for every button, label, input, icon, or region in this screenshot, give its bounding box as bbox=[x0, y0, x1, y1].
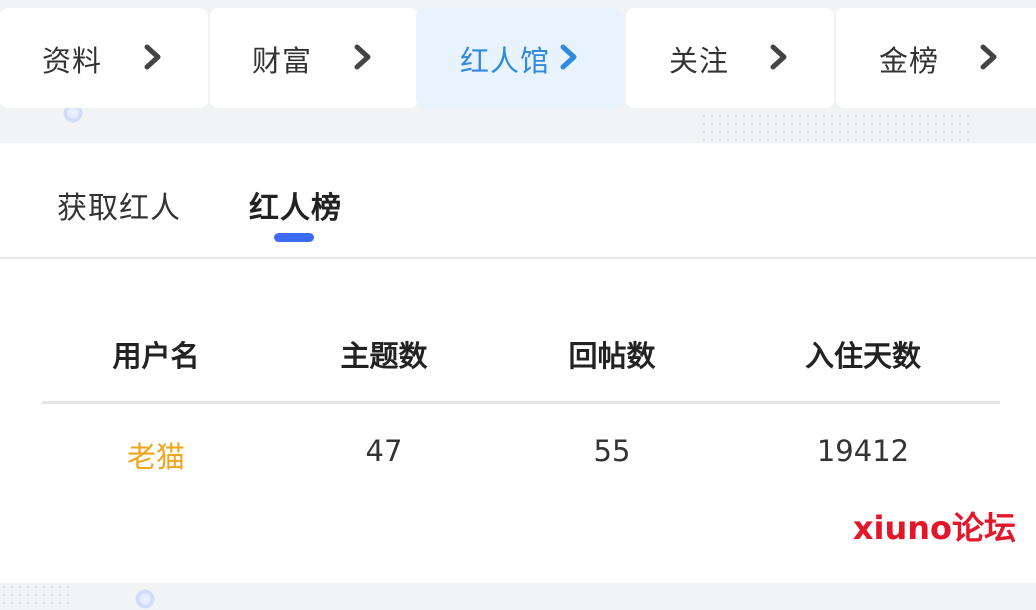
tab-get-famous[interactable]: 获取红人 bbox=[57, 183, 181, 227]
chevron-right-icon bbox=[560, 44, 577, 70]
sub-tabs: 获取红人 红人榜 bbox=[0, 143, 1036, 259]
tab-follow-label: 关注 bbox=[669, 44, 730, 78]
column-header-topics: 主题数 bbox=[340, 339, 428, 373]
table-header: 用户名 主题数 回帖数 入住天数 bbox=[42, 303, 1000, 404]
ranking-table: 用户名 主题数 回帖数 入住天数 老猫 47 55 19412 bbox=[42, 303, 1000, 508]
chevron-right-icon bbox=[980, 44, 997, 70]
active-tab-indicator bbox=[274, 233, 314, 242]
username-link[interactable]: 老猫 bbox=[42, 434, 270, 476]
tab-profile-label: 资料 bbox=[42, 44, 103, 78]
decorative-dots bbox=[700, 112, 970, 142]
content-card: 获取红人 红人榜 用户名 主题数 回帖数 入住天数 老猫 47 55 19412… bbox=[0, 143, 1036, 583]
table-row: 老猫 47 55 19412 bbox=[42, 404, 1000, 508]
column-header-replies: 回帖数 bbox=[568, 339, 656, 373]
column-header-days: 入住天数 bbox=[804, 339, 921, 373]
decorative-dots bbox=[0, 583, 70, 608]
chevron-right-icon bbox=[144, 44, 161, 70]
tab-famous-ranking[interactable]: 红人榜 bbox=[249, 183, 342, 227]
decorative-flower bbox=[134, 588, 156, 610]
topic-count: 47 bbox=[365, 434, 403, 468]
top-nav: 资料 财富 红人馆 关注 金榜 bbox=[0, 8, 1036, 110]
watermark-logo: xiuno论坛 bbox=[852, 509, 1016, 547]
tab-hall-of-fame[interactable]: 红人馆 bbox=[416, 8, 624, 108]
days-count: 19412 bbox=[816, 434, 910, 468]
column-header-username: 用户名 bbox=[112, 339, 200, 373]
tab-profile[interactable]: 资料 bbox=[0, 8, 208, 108]
tab-wealth[interactable]: 财富 bbox=[210, 8, 418, 108]
tab-wealth-label: 财富 bbox=[252, 44, 313, 78]
tab-gold-list-label: 金榜 bbox=[879, 44, 940, 78]
chevron-right-icon bbox=[770, 44, 787, 70]
tab-follow[interactable]: 关注 bbox=[626, 8, 834, 108]
reply-count: 55 bbox=[593, 434, 631, 468]
chevron-right-icon bbox=[354, 44, 371, 70]
tab-gold-list[interactable]: 金榜 bbox=[836, 8, 1036, 108]
tab-hall-of-fame-label: 红人馆 bbox=[460, 44, 551, 78]
